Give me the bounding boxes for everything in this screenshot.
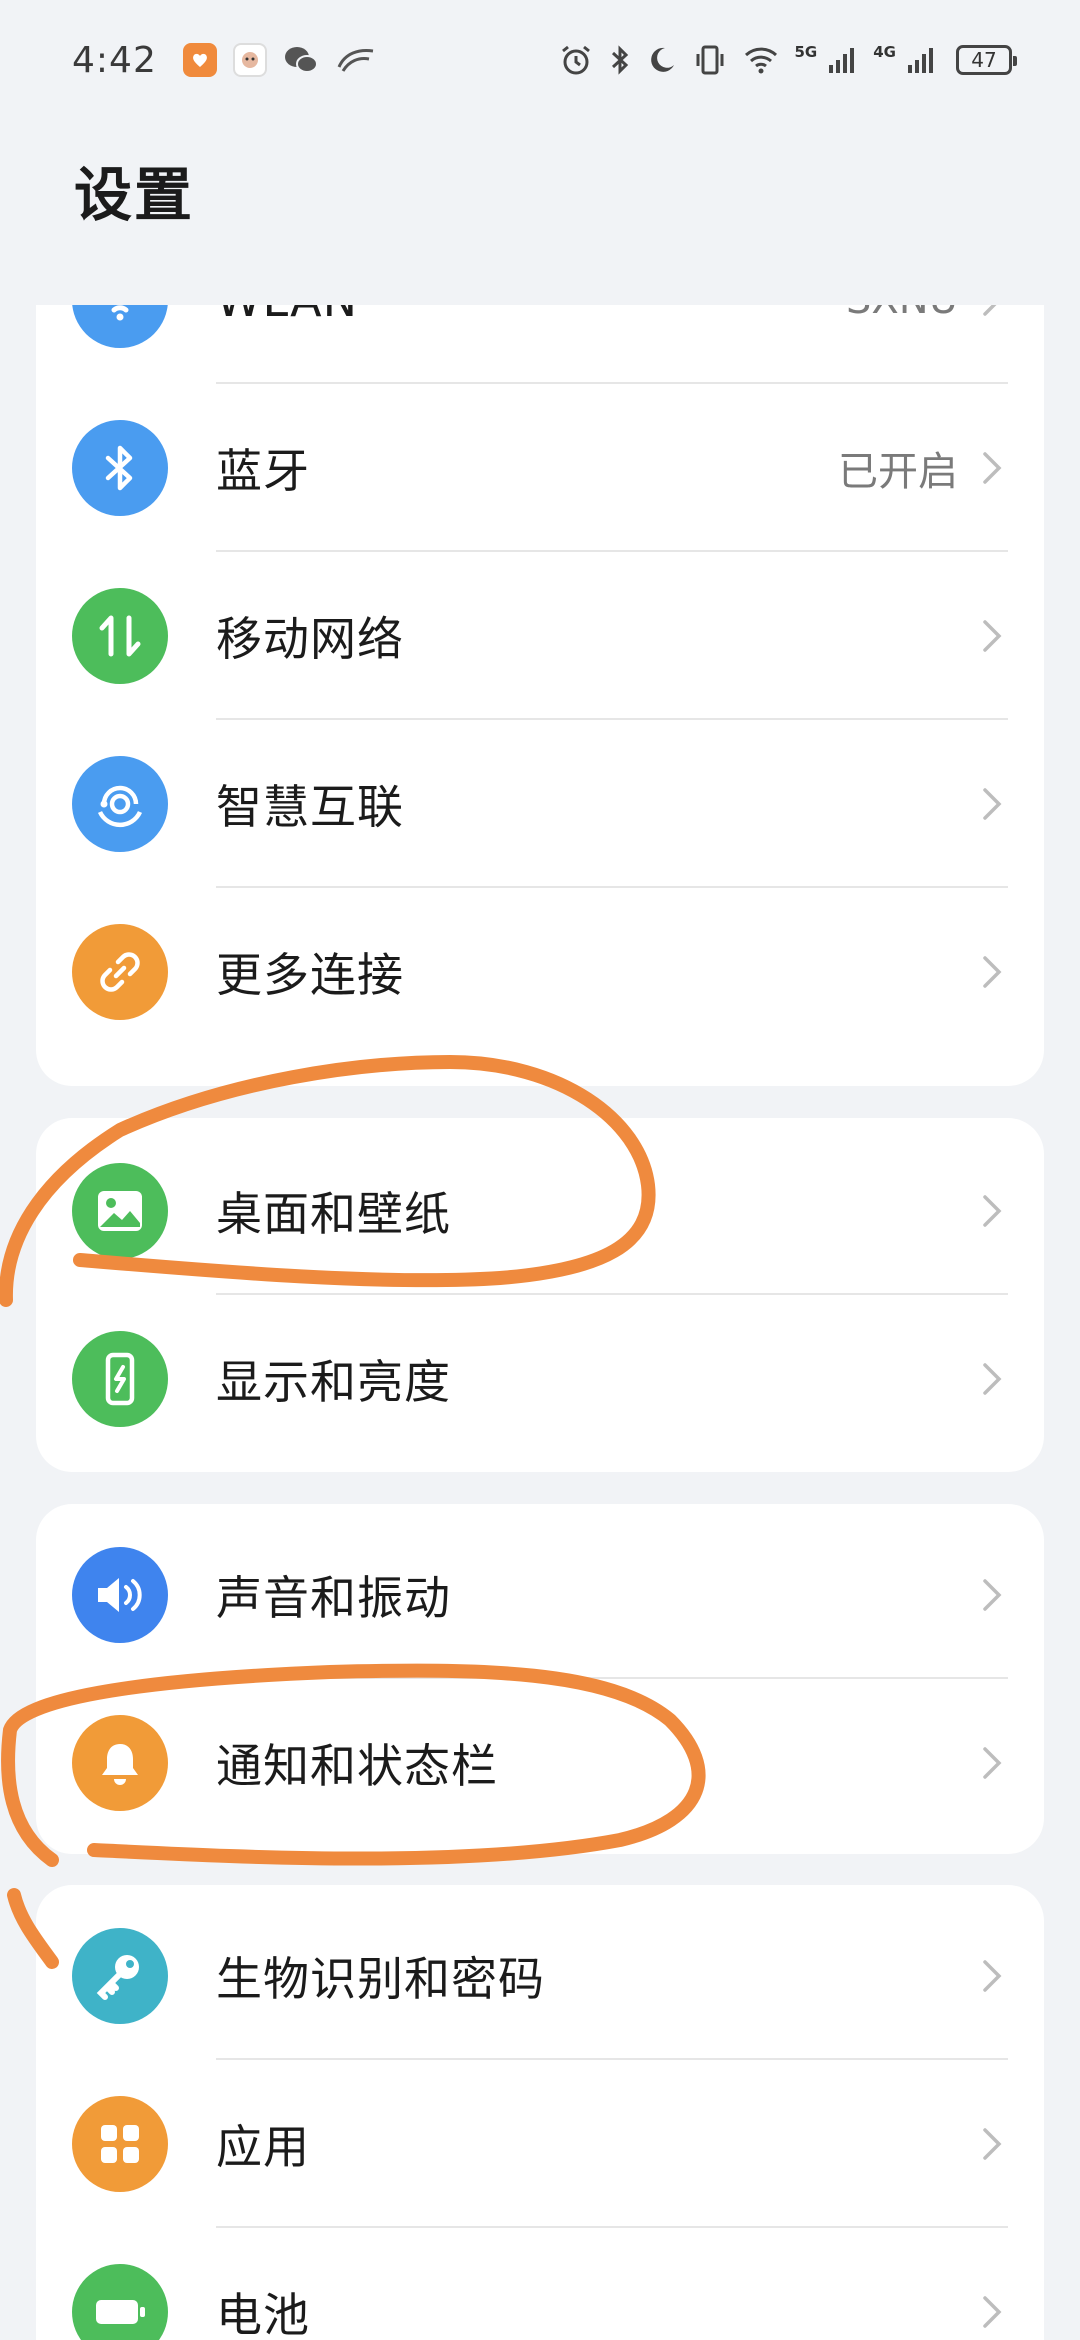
app-notification-icon: [182, 43, 217, 77]
settings-item-smart-connect[interactable]: 智慧互联: [36, 720, 1044, 888]
settings-list[interactable]: WLAN SXNU 蓝牙 已开启 移动网络: [0, 305, 1080, 2340]
chevron-right-icon: [983, 1363, 1002, 1395]
settings-item-display-brightness[interactable]: 显示和亮度: [36, 1295, 1044, 1463]
status-time: 4:42: [72, 39, 157, 81]
settings-item-label: 电池: [216, 2288, 310, 2340]
settings-item-label: 智慧互联: [216, 780, 404, 834]
settings-item-more-connections[interactable]: 更多连接: [36, 888, 1044, 1056]
signal-icon-1: [827, 45, 857, 75]
chevron-right-icon: [983, 1195, 1002, 1227]
key-icon: [72, 1928, 168, 2024]
settings-item-label: 移动网络: [216, 612, 404, 666]
settings-screen: 4:42 5G 4G 47 设置 蓝牙 已开启 移动网络 智慧互联 更多连接 桌…: [0, 0, 1080, 2340]
alarm-icon: [559, 43, 593, 77]
chevron-right-icon: [983, 2128, 1002, 2160]
chevron-right-icon: [983, 2296, 1002, 2328]
display-icon: [72, 1331, 168, 1427]
chevron-right-icon: [983, 620, 1002, 652]
wallpaper-icon: [72, 1163, 168, 1259]
settings-item-label: 更多连接: [216, 948, 404, 1002]
settings-item-value: 已开启: [838, 449, 958, 495]
settings-item-label: 声音和振动: [216, 1571, 451, 1625]
settings-item-value: SXNU: [846, 305, 958, 323]
status-bar: 4:42 5G 4G 47: [0, 0, 1080, 120]
wechat-icon: [283, 44, 319, 76]
app-status-icon: [335, 45, 377, 75]
chevron-right-icon: [983, 452, 1002, 484]
bluetooth-status-icon: [609, 43, 631, 77]
chevron-right-icon: [983, 1579, 1002, 1611]
wifi-icon: [72, 305, 168, 348]
battery-indicator: 47: [956, 45, 1017, 75]
settings-item-notification-status-bar[interactable]: 通知和状态栏: [36, 1679, 1044, 1847]
sound-icon: [72, 1547, 168, 1643]
settings-item-apps[interactable]: 应用: [36, 2060, 1044, 2228]
link-icon: [72, 924, 168, 1020]
settings-group-security-apps: 生物识别和密码 应用 电池: [36, 1885, 1044, 2340]
settings-item-sound-vibration[interactable]: 声音和振动: [36, 1511, 1044, 1679]
settings-item-label: 应用: [216, 2120, 310, 2174]
page-title: 设置: [74, 161, 195, 229]
settings-item-label: 蓝牙: [216, 444, 310, 498]
settings-item-battery[interactable]: 电池: [36, 2228, 1044, 2340]
settings-group-sound-notification: 声音和振动 通知和状态栏: [36, 1504, 1044, 1854]
chevron-right-icon: [983, 305, 997, 316]
do-not-disturb-icon: [647, 45, 677, 75]
chevron-right-icon: [983, 956, 1002, 988]
settings-group-connectivity: WLAN SXNU 蓝牙 已开启 移动网络: [36, 305, 1044, 1086]
vibrate-icon: [693, 44, 727, 76]
settings-item-biometrics-password[interactable]: 生物识别和密码: [36, 1892, 1044, 2060]
app-notification-icon-2: [232, 43, 267, 77]
settings-item-bluetooth[interactable]: 蓝牙 已开启: [36, 384, 1044, 552]
wifi-status-icon: [743, 45, 779, 75]
settings-item-mobile-network[interactable]: 移动网络: [36, 552, 1044, 720]
settings-item-label: 桌面和壁纸: [216, 1187, 451, 1241]
mobile-data-icon: [72, 588, 168, 684]
battery-icon: [72, 2264, 168, 2340]
bluetooth-icon: [72, 420, 168, 516]
settings-group-display: 桌面和壁纸 显示和亮度: [36, 1118, 1044, 1472]
bell-icon: [72, 1715, 168, 1811]
chevron-right-icon: [983, 1960, 1002, 1992]
network-type-5g: 5G: [794, 43, 818, 61]
settings-item-label: 显示和亮度: [216, 1355, 451, 1409]
signal-icon-2: [906, 45, 936, 75]
apps-icon: [72, 2096, 168, 2192]
smart-connect-icon: [72, 756, 168, 852]
network-type-4g: 4G: [873, 43, 896, 61]
chevron-right-icon: [983, 1747, 1002, 1779]
settings-item-wlan[interactable]: WLAN SXNU: [36, 305, 1044, 384]
chevron-right-icon: [983, 788, 1002, 820]
settings-item-label: 通知和状态栏: [216, 1739, 498, 1793]
settings-item-label: 生物识别和密码: [216, 1952, 545, 2006]
settings-item-desktop-wallpaper[interactable]: 桌面和壁纸: [36, 1127, 1044, 1295]
settings-item-label: WLAN: [216, 305, 358, 327]
